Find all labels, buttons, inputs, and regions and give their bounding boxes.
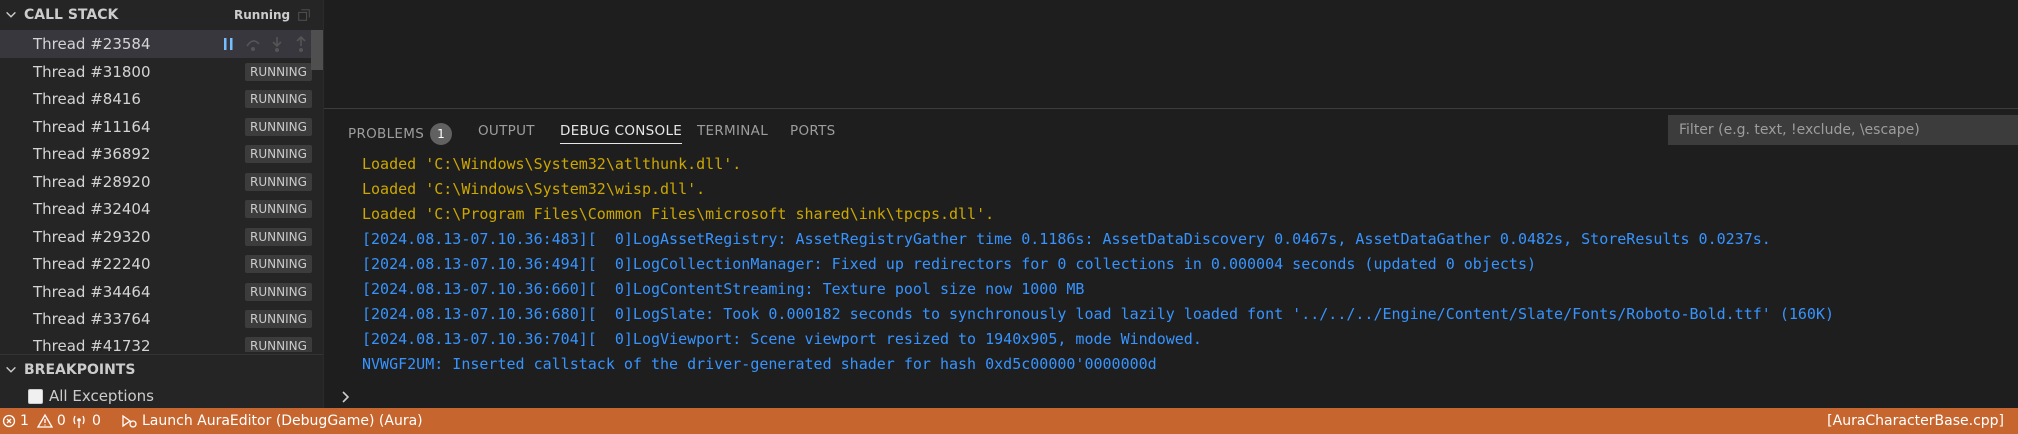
thread-label: Thread #36892 xyxy=(33,145,151,163)
warning-count: 0 xyxy=(56,413,66,429)
thread-row[interactable]: Thread #31800 RUNNING xyxy=(0,58,323,86)
thread-label: Thread #11164 xyxy=(33,118,151,136)
thread-state-badge: RUNNING xyxy=(245,283,312,301)
thread-row[interactable]: Thread #8416 RUNNING xyxy=(0,85,323,113)
thread-row[interactable]: Thread #23584 xyxy=(0,30,323,58)
warning-icon xyxy=(36,414,53,428)
thread-label: Thread #28920 xyxy=(33,173,151,191)
console-line: Loaded 'C:\Program Files\Common Files\mi… xyxy=(362,205,995,223)
tab-problems-label: PROBLEMS xyxy=(348,126,425,142)
thread-row[interactable]: Thread #36892 RUNNING xyxy=(0,140,323,168)
thread-label: Thread #41732 xyxy=(33,337,151,352)
thread-row[interactable]: Thread #33764 RUNNING xyxy=(0,305,323,333)
breakpoints-header[interactable]: BREAKPOINTS xyxy=(0,354,323,385)
thread-label: Thread #33764 xyxy=(33,310,151,328)
thread-row[interactable]: Thread #28920 RUNNING xyxy=(0,168,323,196)
step-out-icon[interactable] xyxy=(292,35,310,53)
tab-problems[interactable]: PROBLEMS 1 xyxy=(348,123,453,145)
call-stack-title: CALL STACK xyxy=(24,7,119,23)
thread-row[interactable]: Thread #11164 RUNNING xyxy=(0,113,323,141)
debug-console-output: Loaded 'C:\Windows\System32\atlthunk.dll… xyxy=(324,151,2018,391)
status-bar: 1 0 0 Launch AuraEditor (DebugGame) (Aur… xyxy=(0,408,2018,434)
all-exceptions-label: All Exceptions xyxy=(49,387,154,405)
tab-output[interactable]: OUTPUT xyxy=(478,123,535,139)
console-line: [2024.08.13-07.10.36:494][ 0]LogCollecti… xyxy=(362,255,1536,273)
tab-ports[interactable]: PORTS xyxy=(790,123,835,139)
chevron-down-icon xyxy=(6,11,16,18)
error-icon xyxy=(2,414,16,428)
thread-state-badge: RUNNING xyxy=(245,337,312,352)
active-file-status[interactable]: [AuraCharacterBase.cpp] xyxy=(1827,408,2004,434)
thread-state-badge: RUNNING xyxy=(245,173,312,191)
filter-input[interactable]: Filter (e.g. text, !exclude, \escape) xyxy=(1668,115,2018,145)
all-exceptions-row[interactable]: All Exceptions xyxy=(0,384,323,408)
console-line: Loaded 'C:\Windows\System32\atlthunk.dll… xyxy=(362,155,742,173)
console-line: NVWGF2UM: Inserted callstack of the driv… xyxy=(362,355,1157,373)
thread-row[interactable]: Thread #29320 RUNNING xyxy=(0,223,323,251)
thread-label: Thread #31800 xyxy=(33,63,151,81)
thread-row[interactable]: Thread #34464 RUNNING xyxy=(0,278,323,306)
broadcast-icon xyxy=(73,415,85,428)
thread-state-badge: RUNNING xyxy=(245,255,312,273)
tab-terminal[interactable]: TERMINAL xyxy=(697,123,768,139)
panel-tabs: PROBLEMS 1 OUTPUT DEBUG CONSOLE TERMINAL … xyxy=(324,109,2018,151)
thread-label: Thread #32404 xyxy=(33,200,151,218)
thread-state-badge: RUNNING xyxy=(245,63,312,81)
problems-count-badge: 1 xyxy=(430,123,453,145)
thread-actions xyxy=(220,35,310,53)
tab-debug-console[interactable]: DEBUG CONSOLE xyxy=(560,123,683,144)
breakpoints-title: BREAKPOINTS xyxy=(24,362,136,378)
thread-state-badge: RUNNING xyxy=(245,90,312,108)
thread-row[interactable]: Thread #22240 RUNNING xyxy=(0,250,323,278)
active-file-label: [AuraCharacterBase.cpp] xyxy=(1827,413,2004,429)
launch-label: Launch AuraEditor (DebugGame) (Aura) xyxy=(142,413,423,429)
all-exceptions-checkbox[interactable] xyxy=(28,388,43,404)
thread-list: Thread #23584 Thread #31800 RUNNING Thre… xyxy=(0,30,323,352)
problems-status[interactable]: 1 0 xyxy=(2,408,66,434)
thread-row[interactable]: Thread #32404 RUNNING xyxy=(0,195,323,223)
thread-label: Thread #8416 xyxy=(33,90,141,108)
debug-sidebar: CALL STACK Running Thread #23584 Thread … xyxy=(0,0,324,408)
step-over-icon[interactable] xyxy=(244,35,262,53)
step-into-icon[interactable] xyxy=(268,35,286,53)
debug-launch-icon xyxy=(122,414,137,428)
chevron-down-icon xyxy=(6,366,16,373)
call-stack-status: Running xyxy=(234,8,291,22)
call-stack-header[interactable]: CALL STACK Running xyxy=(0,0,323,31)
thread-label: Thread #34464 xyxy=(33,283,151,301)
ports-status[interactable]: 0 xyxy=(70,408,101,434)
thread-state-badge: RUNNING xyxy=(245,118,312,136)
thread-state-badge: RUNNING xyxy=(245,200,312,218)
thread-state-badge: RUNNING xyxy=(245,145,312,163)
console-line: [2024.08.13-07.10.36:704][ 0]LogViewport… xyxy=(362,330,1202,348)
pause-icon[interactable] xyxy=(220,35,238,53)
error-count: 1 xyxy=(20,413,29,429)
chevron-right-icon xyxy=(342,391,350,403)
thread-label: Thread #23584 xyxy=(33,35,151,53)
launch-config[interactable]: Launch AuraEditor (DebugGame) (Aura) xyxy=(120,408,423,434)
thread-row[interactable]: Thread #41732 RUNNING xyxy=(0,332,323,352)
thread-label: Thread #22240 xyxy=(33,255,151,273)
console-line: [2024.08.13-07.10.36:680][ 0]LogSlate: T… xyxy=(362,305,1835,323)
thread-state-badge: RUNNING xyxy=(245,310,312,328)
bottom-panel: PROBLEMS 1 OUTPUT DEBUG CONSOLE TERMINAL … xyxy=(324,108,2018,409)
collapse-all-icon[interactable] xyxy=(297,8,311,22)
console-line: [2024.08.13-07.10.36:483][ 0]LogAssetReg… xyxy=(362,230,1771,248)
thread-state-badge: RUNNING xyxy=(245,228,312,246)
thread-label: Thread #29320 xyxy=(33,228,151,246)
console-line: [2024.08.13-07.10.36:660][ 0]LogContentS… xyxy=(362,280,1085,298)
ports-count: 0 xyxy=(92,413,101,429)
console-line: Loaded 'C:\Windows\System32\wisp.dll'. xyxy=(362,180,706,198)
call-stack-scrollbar[interactable] xyxy=(311,30,323,70)
